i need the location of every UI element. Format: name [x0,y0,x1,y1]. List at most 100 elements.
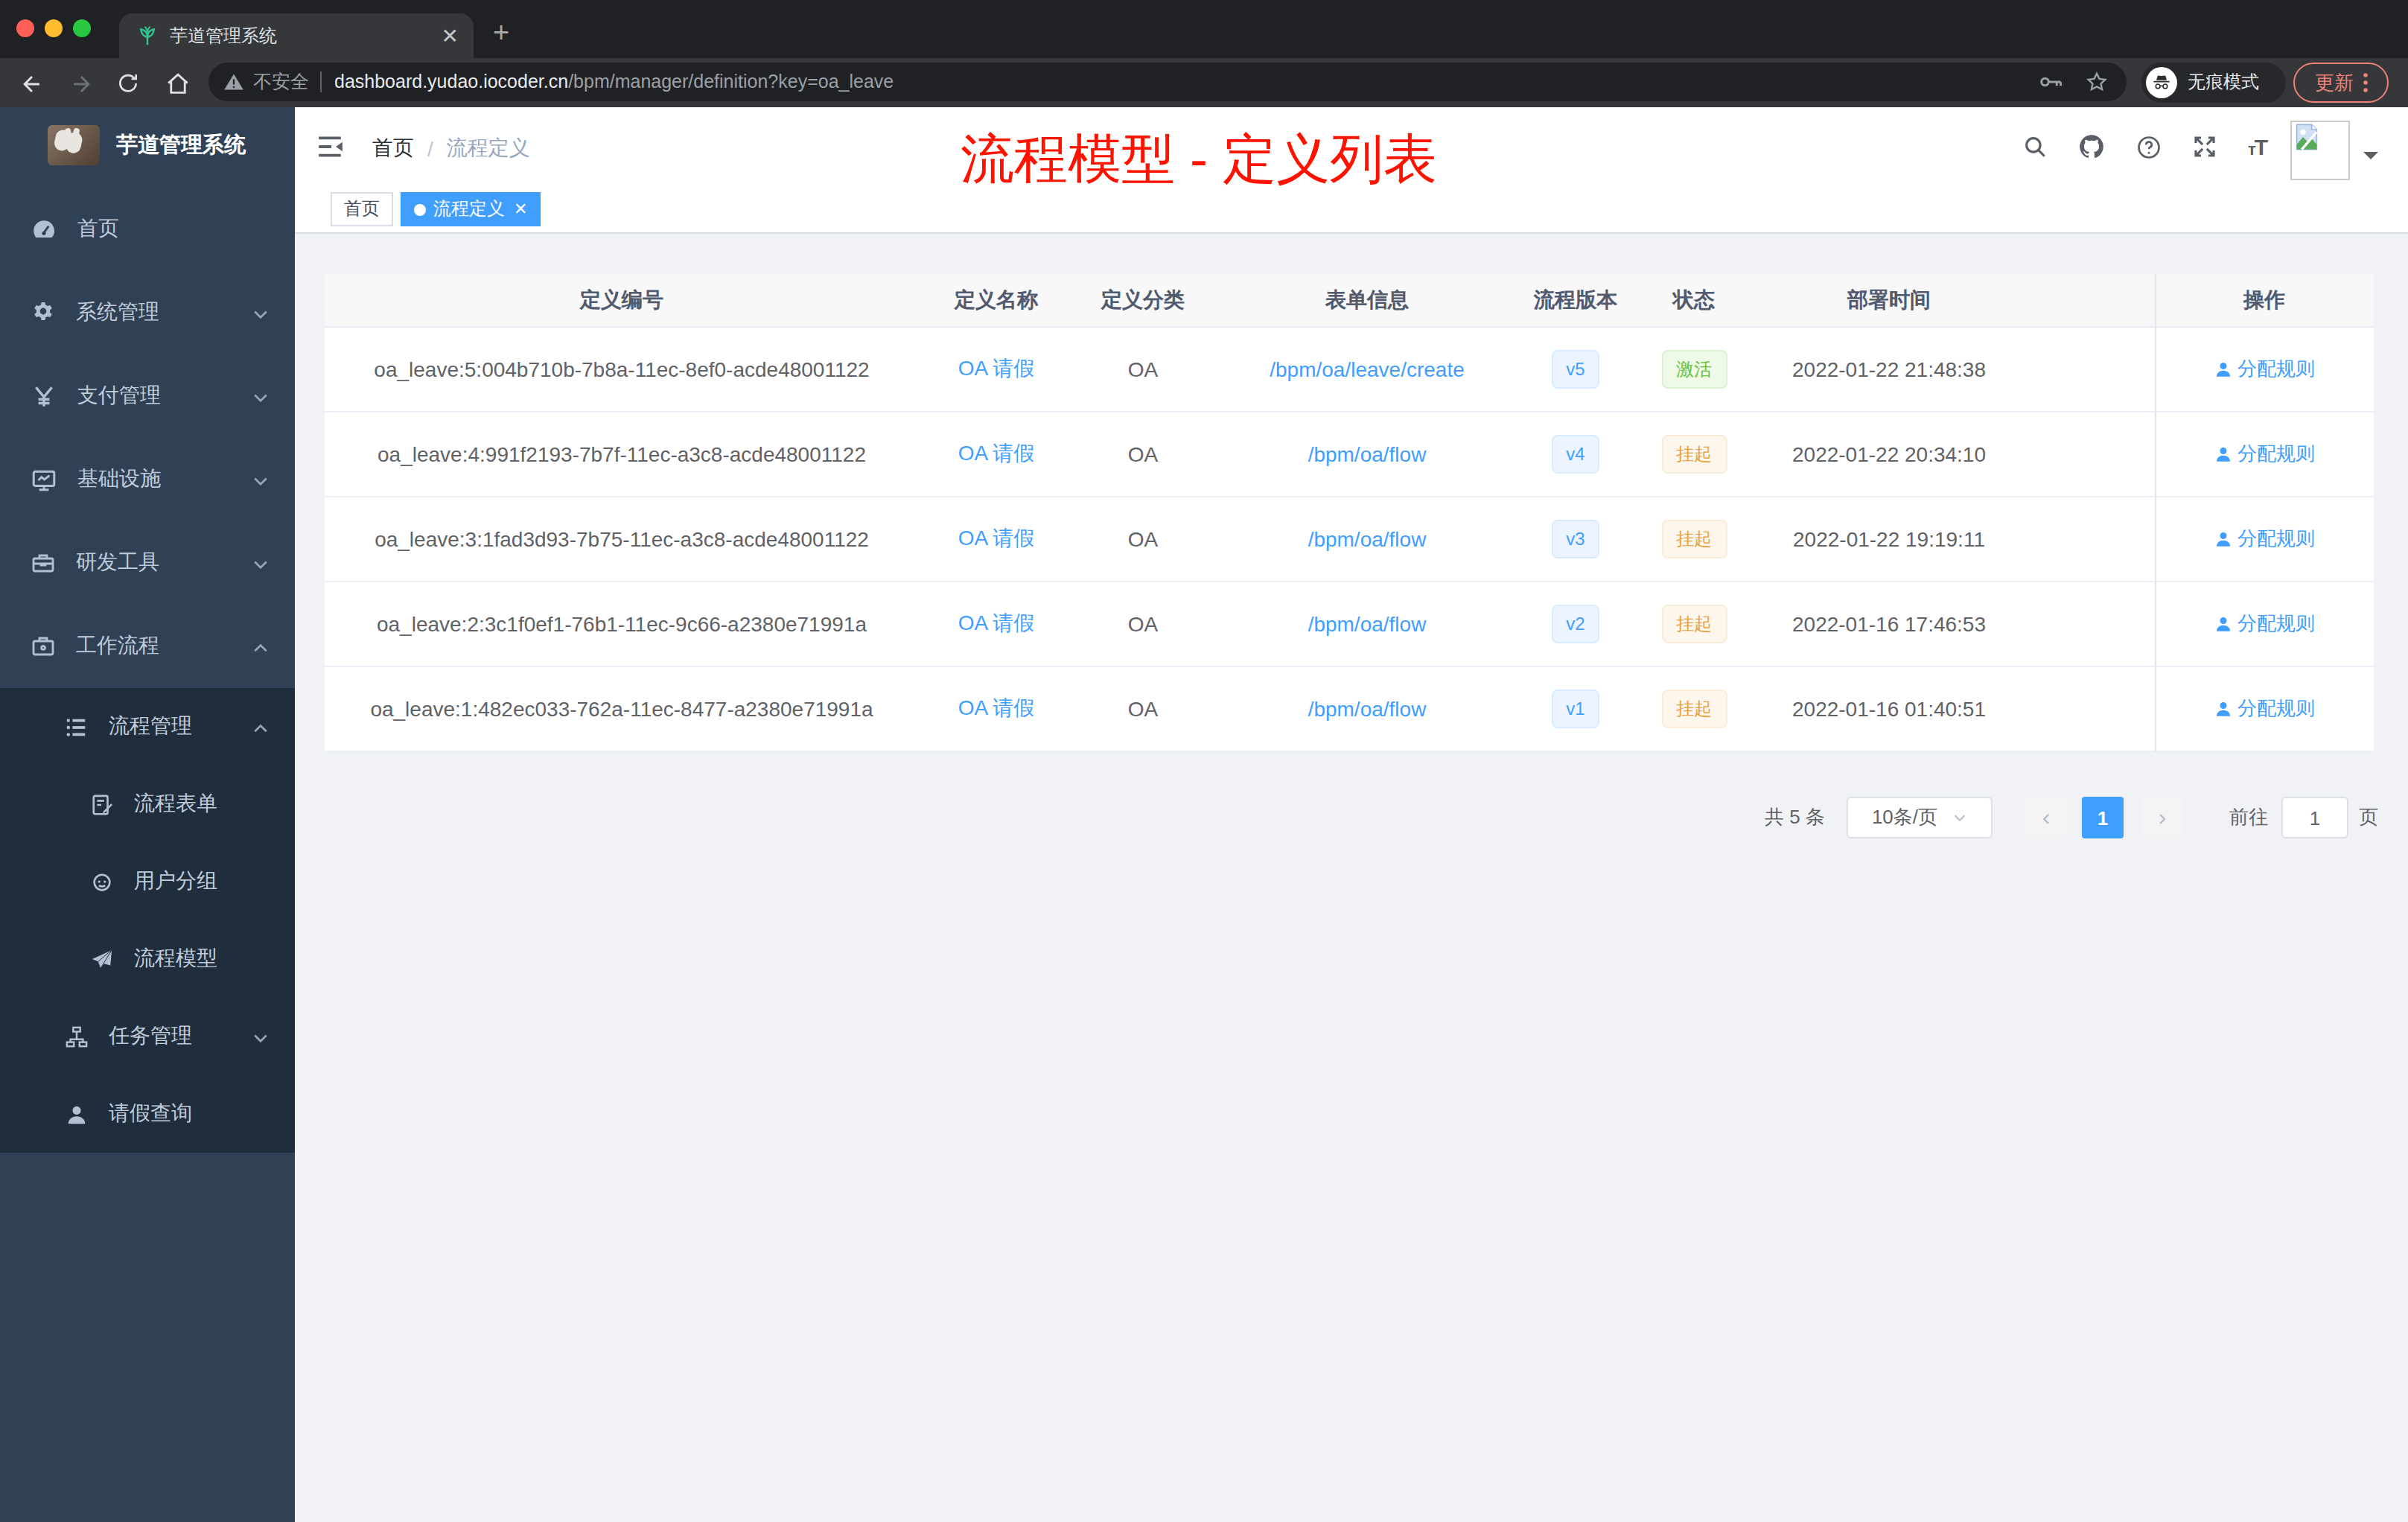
goto-page-input[interactable]: 1 [2281,797,2348,838]
column-header: 定义编号 [325,287,919,313]
sidebar-item-home[interactable]: 首页 [0,188,295,271]
cell-definition-name-link[interactable]: OA 请假 [919,526,1074,553]
cell-form-link[interactable]: /bpm/oa/flow [1212,697,1522,721]
pagination-total: 共 5 条 [1765,797,1825,838]
sidebar-item-workflow[interactable]: 工作流程 [0,605,295,688]
help-icon[interactable] [2136,133,2163,160]
forward-button[interactable] [61,64,100,103]
minimize-window-button[interactable] [45,19,63,37]
tag-close-icon[interactable]: ✕ [514,200,527,219]
cell-definition-name-link[interactable]: OA 请假 [919,611,1074,637]
cell-definition-id: oa_leave:3:1fad3d93-7b75-11ec-a3c8-acde4… [325,527,919,551]
breadcrumb-home[interactable]: 首页 [372,136,414,162]
pagination: 共 5 条 10条/页 ‹ 1 › 前往 1 页 [295,797,2408,838]
cell-form-link[interactable]: /bpm/oa/flow [1212,442,1522,466]
sidebar-item-payment[interactable]: 支付管理 [0,354,295,438]
page-size-select[interactable]: 10条/页 [1847,797,1993,838]
url-text[interactable]: dashboard.yudao.iocoder.cn/bpm/manager/d… [334,71,2037,92]
assign-rule-link[interactable]: 分配规则 [2214,611,2315,637]
column-header: 状态 [1629,287,1759,313]
cell-action: 分配规则 [2155,695,2374,722]
sidebar-item-process-management[interactable]: 流程管理 [0,688,295,765]
update-button[interactable]: 更新 [2293,63,2389,103]
incognito-badge[interactable]: 无痕模式 [2141,63,2286,103]
home-button[interactable] [158,64,197,103]
new-tab-button[interactable]: + [493,16,509,49]
org-tree-icon [66,1025,88,1048]
avatar-caret-icon[interactable] [2363,152,2378,167]
font-size-icon[interactable]: тT [2248,134,2267,159]
github-icon[interactable] [2078,133,2106,161]
url-separator [319,71,321,92]
cell-form-link[interactable]: /bpm/oa/leave/create [1212,357,1522,381]
assign-rule-label: 分配规则 [2237,526,2315,553]
user-icon [2214,700,2232,718]
tag-process-definition[interactable]: 流程定义✕ [401,192,541,226]
sidebar-menu: 首页 系统管理 支付管理 基础设施 研发工具 [0,188,295,1153]
assign-rule-link[interactable]: 分配规则 [2214,441,2315,468]
version-tag: v2 [1551,605,1599,643]
tag-home[interactable]: 首页 [331,192,393,226]
yen-icon [31,383,57,409]
security-label[interactable]: 不安全 [253,69,309,95]
sidebar-item-label: 流程表单 [134,791,217,818]
cell-version: v3 [1522,520,1629,558]
cell-deploy-time: 2022-01-22 19:19:11 [1759,527,2019,551]
sidebar-item-process-form[interactable]: 流程表单 [0,765,295,843]
close-window-button[interactable] [16,19,34,37]
status-tag: 挂起 [1661,435,1727,474]
zoom-window-button[interactable] [73,19,91,37]
sidebar-item-task-management[interactable]: 任务管理 [0,998,295,1075]
bookmark-star-icon[interactable] [2085,70,2109,94]
fullscreen-icon[interactable] [2193,134,2218,159]
chevron-down-icon [252,389,270,407]
sidebar-submenu-workflow: 流程管理 流程表单 用户分组 流程模型 任务管理 [0,688,295,1153]
cell-status: 挂起 [1629,520,1759,558]
current-page-button[interactable]: 1 [2082,797,2124,838]
next-page-button[interactable]: › [2141,797,2183,838]
cell-form-link[interactable]: /bpm/oa/flow [1212,612,1522,636]
cell-definition-name-link[interactable]: OA 请假 [919,356,1074,383]
sidebar-item-infrastructure[interactable]: 基础设施 [0,438,295,521]
browser-tab[interactable]: 芋道管理系统 ✕ [119,13,474,58]
sidebar-item-user-group[interactable]: 用户分组 [0,843,295,920]
assign-rule-link[interactable]: 分配规则 [2214,526,2315,553]
menu-dots-icon[interactable] [2363,73,2367,92]
cell-version: v4 [1522,435,1629,474]
search-icon[interactable] [2023,134,2048,159]
column-header: 操作 [2155,287,2374,313]
assign-rule-link[interactable]: 分配规则 [2214,695,2315,722]
status-tag: 挂起 [1661,520,1727,558]
column-header: 定义分类 [1074,287,1212,313]
sidebar-item-process-model[interactable]: 流程模型 [0,920,295,998]
cell-category: OA [1074,697,1212,721]
version-tag: v5 [1551,350,1599,389]
active-dot [414,203,426,215]
sidebar-item-leave-query[interactable]: 请假查询 [0,1075,295,1153]
cell-version: v2 [1522,605,1629,643]
breadcrumb-separator: / [427,137,433,161]
sidebar-logo[interactable]: 芋道管理系统 [0,107,295,182]
cell-version: v1 [1522,690,1629,728]
sidebar-item-label: 支付管理 [77,383,161,410]
reload-button[interactable] [109,64,147,103]
prev-page-button[interactable]: ‹ [2025,797,2067,838]
column-header: 流程版本 [1522,287,1629,313]
key-icon[interactable] [2037,69,2064,95]
sidebar-toggle-hamburger-icon[interactable] [316,133,344,161]
cell-definition-name-link[interactable]: OA 请假 [919,441,1074,468]
assign-rule-link[interactable]: 分配规则 [2214,356,2315,383]
sidebar-item-devtools[interactable]: 研发工具 [0,521,295,605]
tab-close-icon[interactable]: ✕ [442,25,459,46]
user-icon [2214,615,2232,633]
cell-action: 分配规则 [2155,526,2374,553]
cell-definition-name-link[interactable]: OA 请假 [919,695,1074,722]
tab-title: 芋道管理系统 [170,23,430,48]
sidebar-item-system[interactable]: 系统管理 [0,271,295,354]
cell-form-link[interactable]: /bpm/oa/flow [1212,527,1522,551]
url-bar[interactable]: 不安全 dashboard.yudao.iocoder.cn/bpm/manag… [208,63,2127,101]
cell-deploy-time: 2022-01-16 01:40:51 [1759,697,2019,721]
version-tag: v3 [1551,520,1599,558]
avatar[interactable] [2290,121,2350,180]
back-button[interactable] [12,64,51,103]
